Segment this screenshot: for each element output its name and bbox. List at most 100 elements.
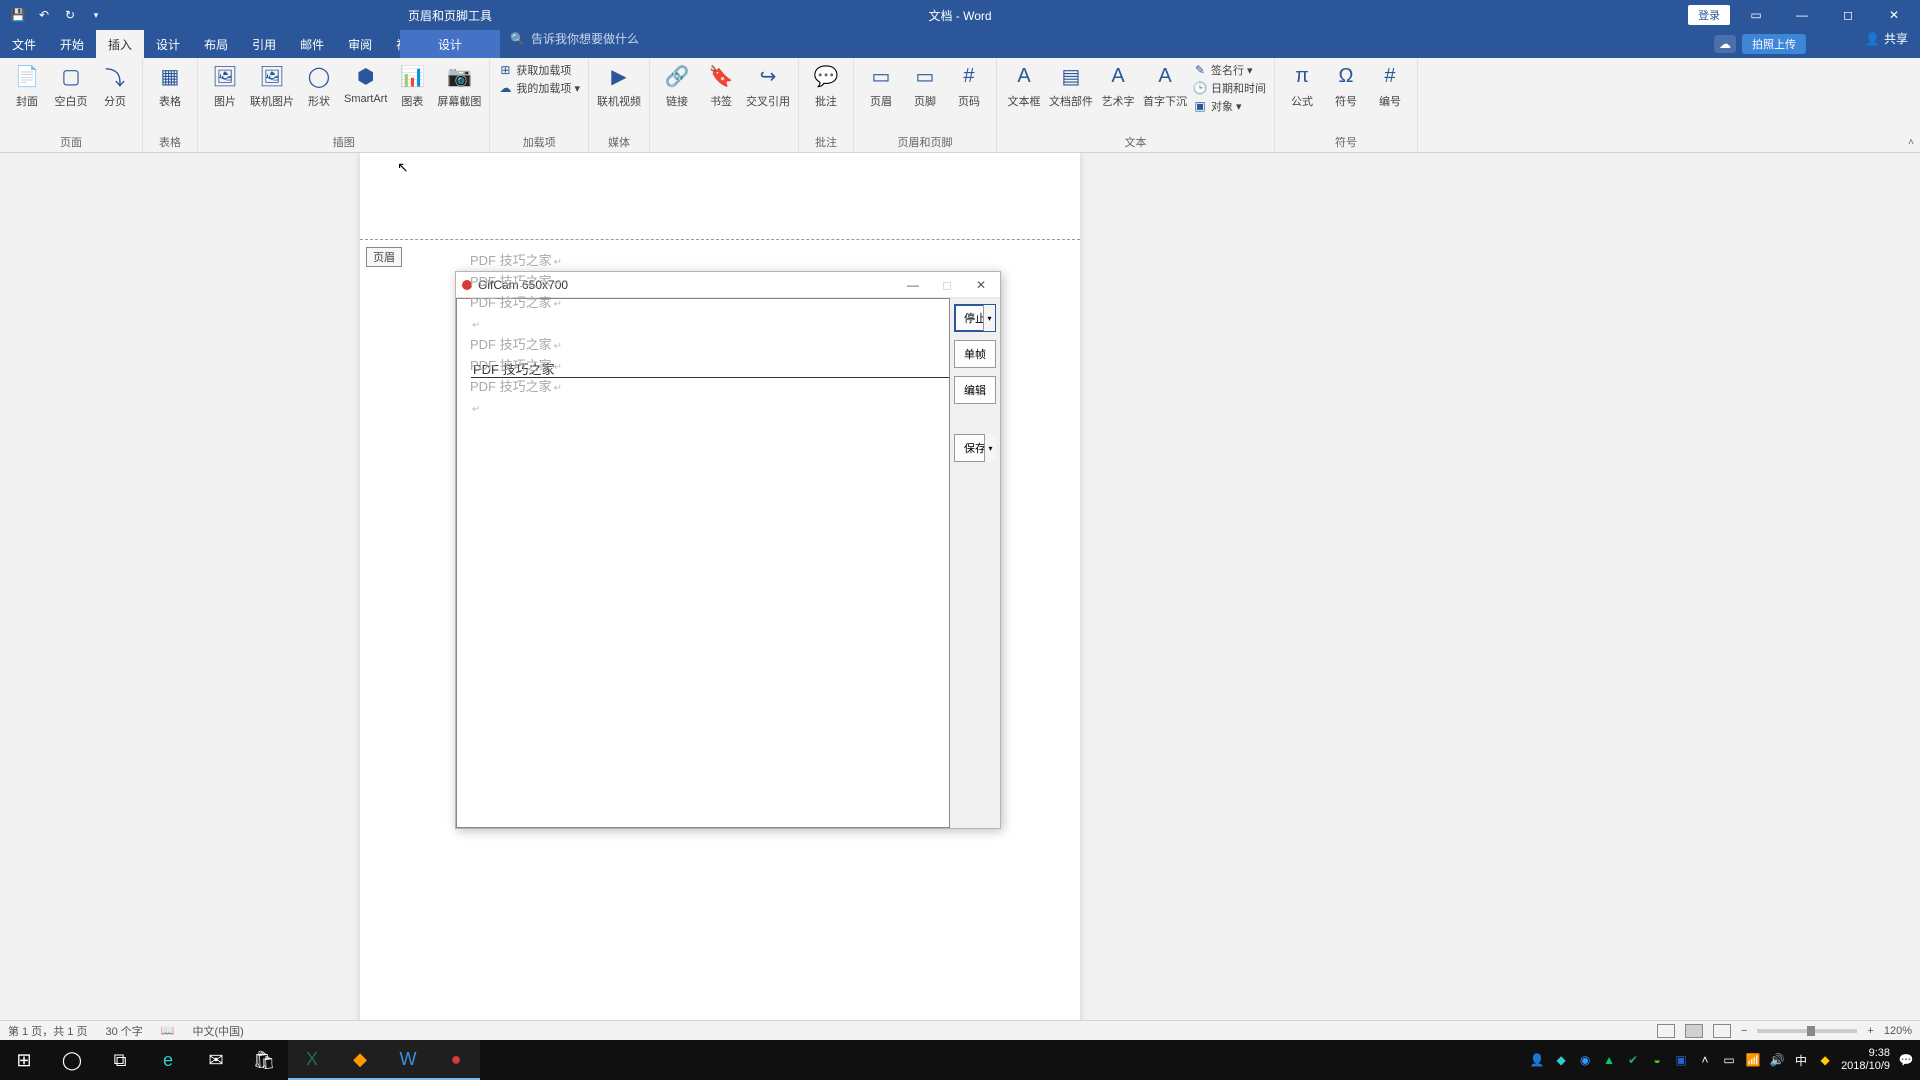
qat-dropdown-icon[interactable]: ▾ (88, 7, 104, 23)
tab-mailings[interactable]: 邮件 (288, 30, 336, 58)
tray-icon[interactable]: ◆ (1817, 1052, 1833, 1068)
battery-icon[interactable]: ▭ (1721, 1052, 1737, 1068)
chevron-down-icon[interactable]: ▾ (984, 434, 996, 462)
collapse-ribbon-icon[interactable]: ˄ (1908, 137, 1914, 148)
ribbon-icon: A (1151, 62, 1179, 90)
close-icon[interactable]: ✕ (1874, 5, 1914, 25)
gifcam-maximize-icon[interactable]: ◻ (930, 273, 964, 297)
start-button[interactable]: ⊞ (0, 1040, 48, 1080)
gifcam-edit-button[interactable]: 编辑 (954, 376, 996, 404)
ime-icon[interactable]: 中 (1793, 1052, 1809, 1068)
clock[interactable]: 9:38 2018/10/9 (1841, 1047, 1890, 1073)
ribbon-button[interactable]: 🕒日期和时间 (1193, 80, 1266, 96)
taskview-icon[interactable]: ⧉ (96, 1040, 144, 1080)
minimize-icon[interactable]: — (1782, 5, 1822, 25)
ribbon-button[interactable]: 💬批注 (807, 62, 845, 109)
ribbon-button[interactable]: ▤文档部件 (1049, 62, 1093, 109)
tray-icon[interactable]: ▣ (1673, 1052, 1689, 1068)
ribbon-button[interactable]: 🔗链接 (658, 62, 696, 109)
ribbon-button[interactable]: ▶联机视频 (597, 62, 641, 109)
tab-header-footer-design[interactable]: 设计 (400, 30, 500, 58)
ribbon-button[interactable]: ▦表格 (151, 62, 189, 109)
ribbon-button[interactable]: ⤵分页 (96, 62, 134, 109)
chevron-down-icon[interactable]: ▾ (983, 305, 995, 331)
maximize-icon[interactable]: ◻ (1828, 5, 1868, 25)
app-orange-icon[interactable]: ◆ (336, 1040, 384, 1080)
ribbon-options-icon[interactable]: ▭ (1736, 5, 1776, 25)
store-icon[interactable]: 🛍 (240, 1040, 288, 1080)
tab-insert[interactable]: 插入 (96, 30, 144, 58)
tray-chevron-up-icon[interactable]: ˄ (1697, 1052, 1713, 1068)
status-language[interactable]: 中文(中国) (192, 1023, 243, 1039)
ribbon-button[interactable]: ▭页脚 (906, 62, 944, 109)
wifi-icon[interactable]: 📶 (1745, 1052, 1761, 1068)
gifcam-frame-button[interactable]: 单帧 (954, 340, 996, 368)
ribbon-button[interactable]: π公式 (1283, 62, 1321, 109)
redo-icon[interactable]: ↻ (62, 7, 78, 23)
gifcam-minimize-icon[interactable]: — (896, 273, 930, 297)
ribbon-button[interactable]: A首字下沉 (1143, 62, 1187, 109)
tray-icon[interactable]: ◒ (1649, 1052, 1665, 1068)
ribbon-button[interactable]: 🖼图片 (206, 62, 244, 109)
excel-icon[interactable]: X (288, 1040, 336, 1080)
ribbon-button[interactable]: ⬢SmartArt (344, 62, 387, 109)
ribbon-button[interactable]: 🔖书签 (702, 62, 740, 109)
view-print-icon[interactable] (1685, 1024, 1703, 1038)
ribbon-button[interactable]: ▢空白页 (52, 62, 90, 109)
tab-references[interactable]: 引用 (240, 30, 288, 58)
status-page[interactable]: 第 1 页，共 1 页 (8, 1023, 87, 1039)
word-icon[interactable]: W (384, 1040, 432, 1080)
tab-review[interactable]: 审阅 (336, 30, 384, 58)
tell-me[interactable]: 🔍 告诉我你想要做什么 (510, 30, 639, 47)
tab-design[interactable]: 设计 (144, 30, 192, 58)
status-word-count[interactable]: 30 个字 (105, 1023, 142, 1039)
ribbon-button[interactable]: 📷屏幕截图 (437, 62, 481, 109)
view-read-icon[interactable] (1657, 1024, 1675, 1038)
ribbon-button[interactable]: ⊞获取加载项 (498, 62, 580, 78)
action-center-icon[interactable]: 💬 (1898, 1052, 1914, 1068)
tray-icon[interactable]: ◉ (1577, 1052, 1593, 1068)
cloud-upload[interactable]: ☁ 拍照上传 (1710, 30, 1810, 58)
zoom-in-icon[interactable]: + (1867, 1025, 1873, 1037)
zoom-out-icon[interactable]: − (1741, 1025, 1747, 1037)
ribbon-button[interactable]: 🖼联机图片 (250, 62, 294, 109)
save-icon[interactable]: 💾 (10, 7, 26, 23)
ribbon-button-label: 编号 (1379, 93, 1401, 109)
tray-icon[interactable]: ✔ (1625, 1052, 1641, 1068)
gifcam-stop-button[interactable]: 停止▾ (954, 304, 996, 332)
tray-icon[interactable]: ▲ (1601, 1052, 1617, 1068)
ribbon-button[interactable]: 📊图表 (393, 62, 431, 109)
ribbon-button[interactable]: ☁我的加载项 ▾ (498, 80, 580, 96)
view-web-icon[interactable] (1713, 1024, 1731, 1038)
tab-file[interactable]: 文件 (0, 30, 48, 58)
ribbon-button[interactable]: ▭页眉 (862, 62, 900, 109)
volume-icon[interactable]: 🔊 (1769, 1052, 1785, 1068)
ribbon-button[interactable]: ↪交叉引用 (746, 62, 790, 109)
ribbon-button[interactable]: #编号 (1371, 62, 1409, 109)
ribbon-button[interactable]: A艺术字 (1099, 62, 1137, 109)
ribbon-button[interactable]: ▣对象 ▾ (1193, 98, 1266, 114)
zoom-level[interactable]: 120% (1884, 1025, 1912, 1037)
ribbon-button[interactable]: ◯形状 (300, 62, 338, 109)
status-spellcheck-icon[interactable]: 📖 (161, 1024, 175, 1037)
cortana-icon[interactable]: ◯ (48, 1040, 96, 1080)
ribbon-group-label: 文本 (1124, 134, 1146, 150)
tab-home[interactable]: 开始 (48, 30, 96, 58)
mail-icon[interactable]: ✉ (192, 1040, 240, 1080)
gifcam-taskbar-icon[interactable]: ● (432, 1040, 480, 1080)
ribbon-button[interactable]: ✎签名行 ▾ (1193, 62, 1266, 78)
tray-icon[interactable]: ◆ (1553, 1052, 1569, 1068)
ribbon-button[interactable]: #页码 (950, 62, 988, 109)
people-icon[interactable]: 👤 (1529, 1052, 1545, 1068)
ribbon-button[interactable]: 📄封面 (8, 62, 46, 109)
ribbon-button[interactable]: Ω符号 (1327, 62, 1365, 109)
gifcam-close-icon[interactable]: ✕ (964, 273, 998, 297)
undo-icon[interactable]: ↶ (36, 7, 52, 23)
tab-layout[interactable]: 布局 (192, 30, 240, 58)
login-button[interactable]: 登录 (1688, 5, 1730, 25)
ribbon-button[interactable]: A文本框 (1005, 62, 1043, 109)
gifcam-save-button[interactable]: 保存▾ (954, 434, 996, 462)
edge-icon[interactable]: e (144, 1040, 192, 1080)
zoom-slider[interactable] (1757, 1029, 1857, 1033)
share-button[interactable]: 👤 共享 (1865, 30, 1908, 47)
